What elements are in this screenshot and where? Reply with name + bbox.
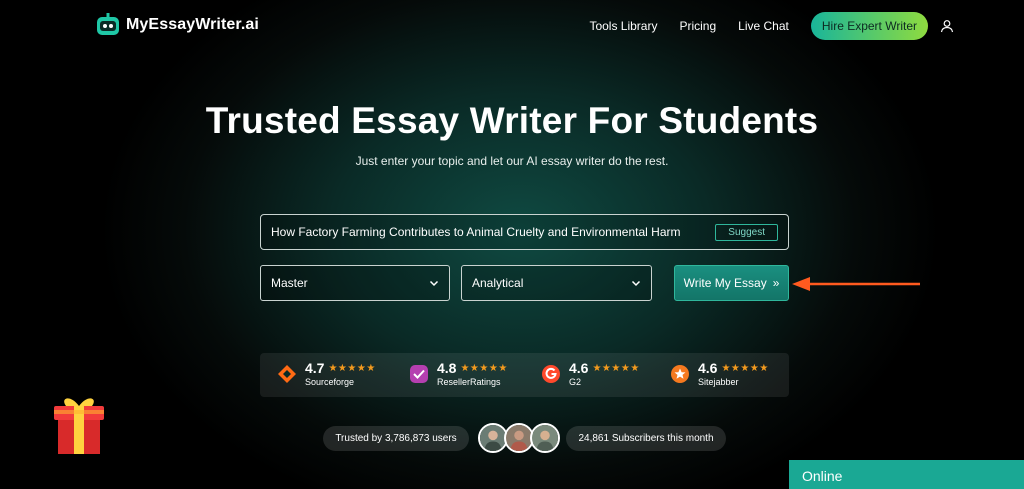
page-title: Trusted Essay Writer For Students [205,100,819,141]
pointer-arrow-icon [792,277,920,291]
rating-site: ResellerRatings [437,377,501,387]
rating-stars: ★★★★★ [592,362,640,374]
rating-site: G2 [569,377,582,387]
write-my-essay-label: Write My Essay [683,276,767,290]
ratings-bar: 4.7 ★★★★★ Sourceforge 4.8 ★★★★★ Reseller… [260,353,789,397]
page-subtitle: Just enter your topic and let our AI ess… [355,154,669,168]
brand-logo[interactable]: MyEssayWriter.ai [96,13,259,37]
subscribers-badge: 24,861 Subscribers this month [566,426,726,451]
rating-resellerratings: 4.8 ★★★★★ ResellerRatings [409,360,508,387]
rating-g2: 4.6 ★★★★★ G2 [541,360,640,387]
rating-score: 4.6 [569,360,589,376]
academic-level-value: Master [271,276,308,290]
double-chevron-right-icon: » [772,276,780,290]
essay-type-select[interactable]: Analytical [461,265,652,301]
rating-score: 4.6 [698,360,718,376]
rating-site: Sourceforge [305,377,355,387]
sourceforge-icon [278,364,296,383]
nav-tools-library[interactable]: Tools Library [589,19,657,33]
chevron-down-icon [631,280,641,287]
write-my-essay-button[interactable]: Write My Essay » [674,265,789,301]
user-avatars [478,423,560,453]
essay-type-value: Analytical [472,276,524,290]
rating-stars: ★★★★★ [460,362,508,374]
rating-sourceforge: 4.7 ★★★★★ Sourceforge [277,360,376,387]
rating-score: 4.7 [305,360,325,376]
gift-box-icon[interactable] [48,392,110,458]
resellerratings-icon [410,364,428,383]
suggest-button[interactable]: Suggest [715,223,778,241]
rating-score: 4.8 [437,360,457,376]
brand-name: MyEssayWriter.ai [126,16,259,33]
g2-icon [542,364,560,383]
site-header: MyEssayWriter.ai Tools Library Pricing L… [0,0,1024,52]
online-chat-tab[interactable]: Online [789,460,1024,489]
rating-stars: ★★★★★ [721,362,769,374]
topic-field: Suggest [260,214,789,250]
rating-site: Sitejabber [698,377,739,387]
rating-stars: ★★★★★ [328,362,376,374]
hire-expert-writer-button[interactable]: Hire Expert Writer [810,12,928,40]
main-nav: Tools Library Pricing Live Chat Hire Exp… [589,12,954,40]
trusted-users-badge: Trusted by 3,786,873 users [323,426,469,451]
nav-pricing[interactable]: Pricing [679,19,716,33]
sitejabber-icon [671,364,689,383]
user-account-icon[interactable] [940,19,954,33]
academic-level-select[interactable]: Master [260,265,450,301]
chevron-down-icon [429,280,439,287]
rating-sitejabber: 4.6 ★★★★★ Sitejabber [670,360,769,387]
robot-logo-icon [97,13,119,35]
nav-live-chat[interactable]: Live Chat [738,19,789,33]
avatar [530,423,560,453]
topic-input[interactable] [271,225,716,239]
